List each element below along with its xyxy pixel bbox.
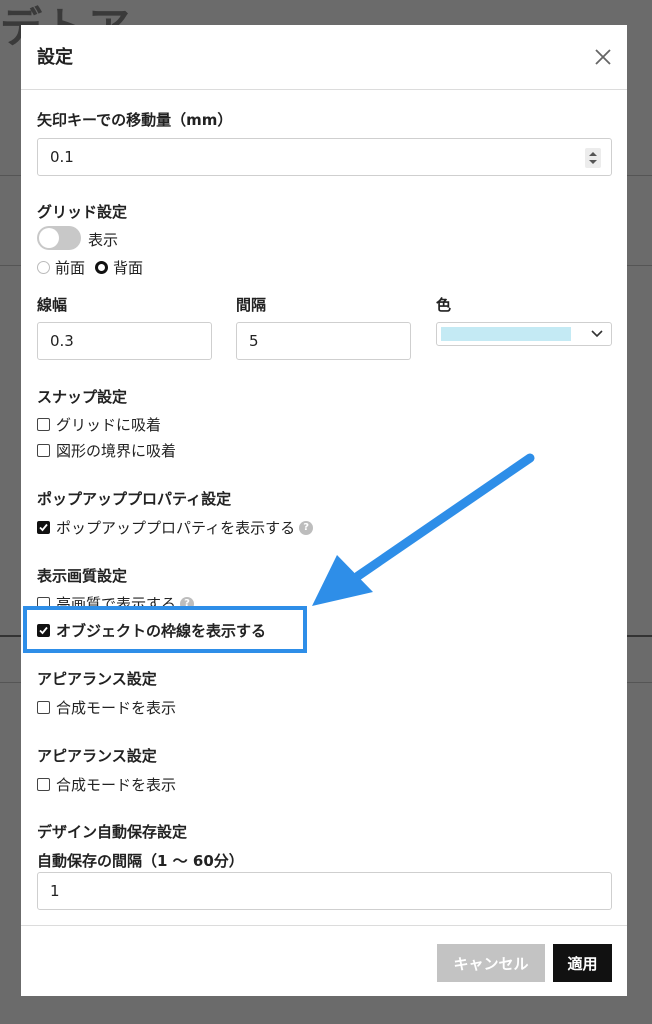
annotation-arrow-icon — [312, 453, 535, 606]
